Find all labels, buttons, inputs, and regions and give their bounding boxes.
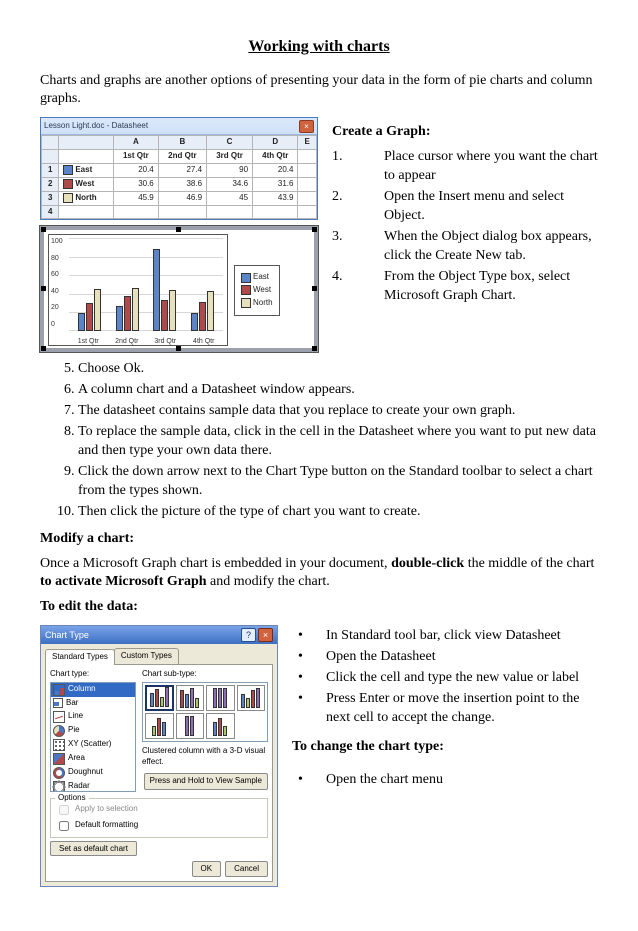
subtype-cell[interactable] — [176, 713, 205, 739]
pie-icon — [53, 725, 65, 737]
chart-subtype-label: Chart sub-type: — [142, 669, 268, 680]
create-steps-below: Choose Ok. A column chart and a Datashee… — [78, 360, 598, 521]
series-swatch-icon — [63, 179, 73, 189]
create-graph-heading: Create a Graph: — [332, 124, 431, 139]
chart-type-label: Chart type: — [50, 669, 136, 680]
chart-type-item[interactable]: Line — [51, 710, 135, 724]
bar-icon — [53, 698, 63, 708]
chart-legend: EastWestNorth — [234, 265, 280, 315]
subtype-cell[interactable] — [206, 685, 235, 711]
radar-icon — [53, 781, 65, 792]
apply-to-selection-checkbox[interactable]: Apply to selection — [55, 802, 263, 818]
table-row: 1 East 20.427.49020.4 — [42, 163, 317, 177]
table-row: 3 North 45.946.94543.9 — [42, 191, 317, 205]
chart-bars — [71, 239, 221, 331]
chart-type-item[interactable]: Doughnut — [51, 766, 135, 780]
datasheet-header-row: 1st Qtr 2nd Qtr 3rd Qtr 4th Qtr — [42, 150, 317, 164]
subtype-description: Clustered column with a 3-D visual effec… — [142, 746, 268, 768]
edit-data-bullets: •In Standard tool bar, click view Datash… — [292, 627, 598, 727]
area-icon — [53, 753, 65, 765]
series-swatch-icon — [63, 165, 73, 175]
doughnut-icon — [53, 767, 65, 779]
datasheet-table: A B C D E 1st Qtr 2nd Qtr 3rd Qtr 4th Qt… — [41, 135, 317, 219]
cancel-button[interactable]: Cancel — [225, 861, 268, 878]
chart-type-dialog: Chart Type ? × Standard Types Custom Typ… — [40, 625, 278, 887]
close-icon[interactable]: × — [258, 628, 273, 642]
subtype-cell[interactable] — [176, 685, 205, 711]
chart-type-item[interactable]: Bar — [51, 697, 135, 710]
change-chart-type-bullets: •Open the chart menu — [292, 771, 598, 790]
chart-yaxis: 100806040200 — [51, 237, 63, 329]
ok-button[interactable]: OK — [192, 861, 222, 878]
tab-standard-types[interactable]: Standard Types — [45, 649, 115, 665]
dialog-titlebar: Chart Type ? × — [41, 626, 277, 644]
tab-custom-types[interactable]: Custom Types — [114, 648, 179, 664]
chart-type-item[interactable]: Column — [51, 683, 135, 697]
chart-type-item[interactable]: Radar — [51, 780, 135, 792]
subtype-cell[interactable] — [206, 713, 235, 739]
datasheet-titlebar: Lesson Light.doc - Datasheet × — [41, 118, 317, 135]
chart-type-item[interactable]: XY (Scatter) — [51, 738, 135, 752]
chart-subtype-grid[interactable] — [142, 682, 268, 742]
preview-button[interactable]: Press and Hold to View Sample — [144, 773, 268, 790]
create-steps-right: 1.Place cursor where you want the chart … — [332, 148, 598, 305]
modify-chart-paragraph: Once a Microsoft Graph chart is embedded… — [40, 555, 598, 593]
line-icon — [53, 711, 65, 723]
table-row: 2 West 30.638.634.631.6 — [42, 177, 317, 191]
datasheet-window-title: Lesson Light.doc - Datasheet — [44, 121, 299, 132]
chart-type-list[interactable]: ColumnBarLinePieXY (Scatter)AreaDoughnut… — [50, 682, 136, 792]
embedded-chart: 100806040200 1st Qtr2nd Qtr3rd Qtr4th Qt… — [40, 226, 318, 352]
chart-xaxis: 1st Qtr2nd Qtr3rd Qtr4th Qtr — [69, 338, 223, 345]
datasheet-chart-screenshot: Lesson Light.doc - Datasheet × A B C D E — [40, 117, 318, 352]
change-chart-type-heading: To change the chart type: — [292, 739, 444, 754]
xy-icon — [53, 739, 65, 751]
page-title: Working with charts — [40, 36, 598, 58]
modify-chart-heading: Modify a chart: — [40, 531, 134, 546]
chart-type-item[interactable]: Area — [51, 752, 135, 766]
help-icon[interactable]: ? — [241, 628, 256, 642]
subtype-cell[interactable] — [145, 685, 174, 711]
subtype-cell[interactable] — [237, 685, 266, 711]
subtype-cell[interactable] — [145, 713, 174, 739]
chart-type-item[interactable]: Pie — [51, 724, 135, 738]
options-group: Options Apply to selection Default forma… — [50, 798, 268, 838]
datasheet-letter-row: A B C D E — [42, 136, 317, 150]
column-icon — [53, 684, 65, 696]
close-icon[interactable]: × — [299, 120, 314, 133]
chart-plot-area: 100806040200 1st Qtr2nd Qtr3rd Qtr4th Qt… — [48, 234, 228, 346]
edit-data-heading: To edit the data: — [40, 599, 138, 614]
intro-paragraph: Charts and graphs are another options of… — [40, 72, 598, 110]
series-swatch-icon — [63, 193, 73, 203]
set-default-chart-button[interactable]: Set as default chart — [50, 841, 137, 856]
